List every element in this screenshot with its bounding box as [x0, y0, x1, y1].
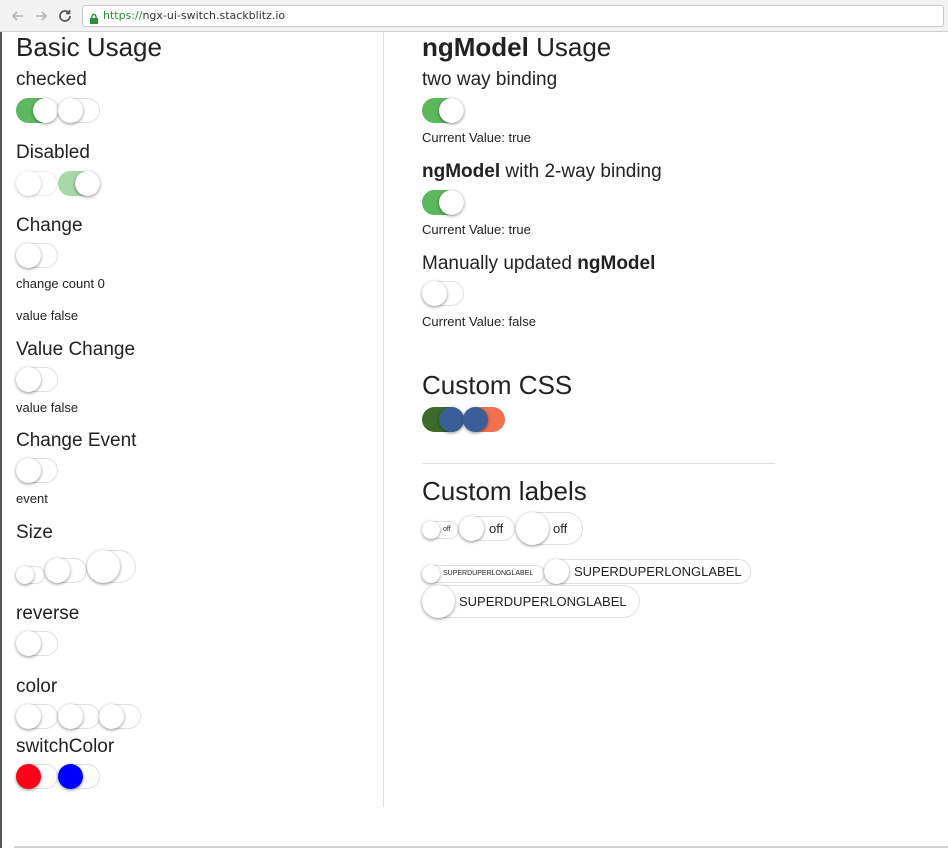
switch-color-1[interactable]	[16, 704, 58, 729]
manual-ngmodel-heading-prefix: Manually updated	[422, 253, 578, 274]
switch-label-off-large[interactable]: off	[516, 512, 583, 545]
switch-size-medium[interactable]	[45, 558, 87, 583]
value-change-value-text: value false	[16, 400, 79, 415]
manual-ngmodel-heading: Manually updated ngModel	[422, 253, 655, 275]
switch-custom-css-1[interactable]	[422, 407, 464, 432]
window-edge	[0, 32, 2, 848]
switch-change[interactable]	[16, 243, 58, 268]
checked-heading: checked	[16, 69, 87, 90]
reverse-heading: reverse	[16, 603, 80, 624]
change-heading: Change	[16, 215, 83, 236]
switch-label-off-medium-text: off	[489, 521, 504, 536]
switch-label-long-medium-text: SUPERDUPERLONGLABEL	[574, 564, 742, 579]
manual-ngmodel-value-text: Current Value: false	[422, 314, 536, 329]
switch-disabled-1	[16, 171, 58, 196]
switch-label-off-large-text: off	[553, 521, 568, 536]
column-divider	[383, 32, 384, 807]
manual-ngmodel-heading-bold: ngModel	[577, 253, 656, 274]
basic-usage-title: Basic Usage	[16, 32, 162, 62]
back-icon[interactable]	[8, 6, 28, 26]
custom-labels-heading: Custom labels	[422, 476, 587, 506]
switch-label-long-small[interactable]: SUPERDUPERLONGLABEL	[422, 565, 545, 583]
change-event-heading: Change Event	[16, 430, 137, 451]
switch-value-change[interactable]	[16, 367, 58, 392]
switch-label-off-medium[interactable]: off	[459, 516, 515, 541]
custom-css-heading: Custom CSS	[422, 370, 573, 400]
switch-checked-2[interactable]	[58, 98, 100, 123]
color-heading: color	[16, 676, 58, 697]
two-way-value-text: Current Value: true	[422, 130, 531, 145]
switch-switchcolor-blue[interactable]	[58, 764, 100, 789]
url-host: ngx-ui-switch.stackblitz.io	[142, 9, 286, 22]
switch-label-off-small[interactable]: off	[422, 521, 459, 539]
reload-icon[interactable]	[55, 6, 75, 26]
ngmodel-binding-heading: ngModel with 2-way binding	[422, 161, 662, 183]
switch-change-event[interactable]	[16, 458, 58, 483]
ngmodel-binding-heading-bold: ngModel	[422, 161, 501, 182]
ngmodel-usage-title: ngModel Usage	[422, 32, 611, 63]
change-count-text: change count 0	[16, 276, 105, 291]
address-bar[interactable]: https://ngx-ui-switch.stackblitz.io	[82, 5, 944, 27]
switch-label-long-large-text: SUPERDUPERLONGLABEL	[459, 594, 627, 609]
switch-checked-1[interactable]	[16, 98, 58, 123]
switch-two-way[interactable]	[422, 98, 464, 123]
section-divider	[422, 463, 775, 464]
switch-custom-css-2[interactable]	[463, 407, 505, 432]
switch-disabled-2	[58, 171, 100, 196]
switch-label-long-large[interactable]: SUPERDUPERLONGLABEL	[422, 585, 640, 618]
switch-color-heading: switchColor	[16, 736, 115, 757]
event-text: event	[16, 491, 48, 506]
browser-toolbar: https://ngx-ui-switch.stackblitz.io	[0, 0, 948, 32]
ngmodel-binding-heading-rest: with 2-way binding	[500, 161, 662, 182]
size-heading: Size	[16, 522, 53, 543]
change-value-text: value false	[16, 308, 79, 323]
switch-label-off-small-text: off	[443, 526, 451, 533]
two-way-heading: two way binding	[422, 69, 558, 90]
switch-color-2[interactable]	[58, 704, 100, 729]
switch-reverse[interactable]	[16, 631, 58, 656]
switch-ngmodel-binding[interactable]	[422, 190, 464, 215]
switch-color-3[interactable]	[99, 704, 141, 729]
value-change-heading: Value Change	[16, 339, 136, 360]
switch-size-small[interactable]	[16, 566, 45, 584]
ngmodel-usage-title-bold: ngModel	[422, 32, 529, 62]
lock-icon	[89, 11, 99, 31]
switch-manual-ngmodel[interactable]	[422, 281, 464, 306]
url-scheme: https://	[103, 9, 143, 22]
switch-switchcolor-red[interactable]	[16, 764, 58, 789]
switch-size-large[interactable]	[87, 550, 136, 583]
switch-label-long-small-text: SUPERDUPERLONGLABEL	[443, 570, 534, 577]
forward-icon[interactable]	[31, 6, 51, 26]
ngmodel-binding-value-text: Current Value: true	[422, 222, 531, 237]
ngmodel-usage-title-rest: Usage	[528, 32, 612, 62]
switch-label-long-medium[interactable]: SUPERDUPERLONGLABEL	[544, 559, 751, 584]
disabled-heading: Disabled	[16, 142, 90, 163]
